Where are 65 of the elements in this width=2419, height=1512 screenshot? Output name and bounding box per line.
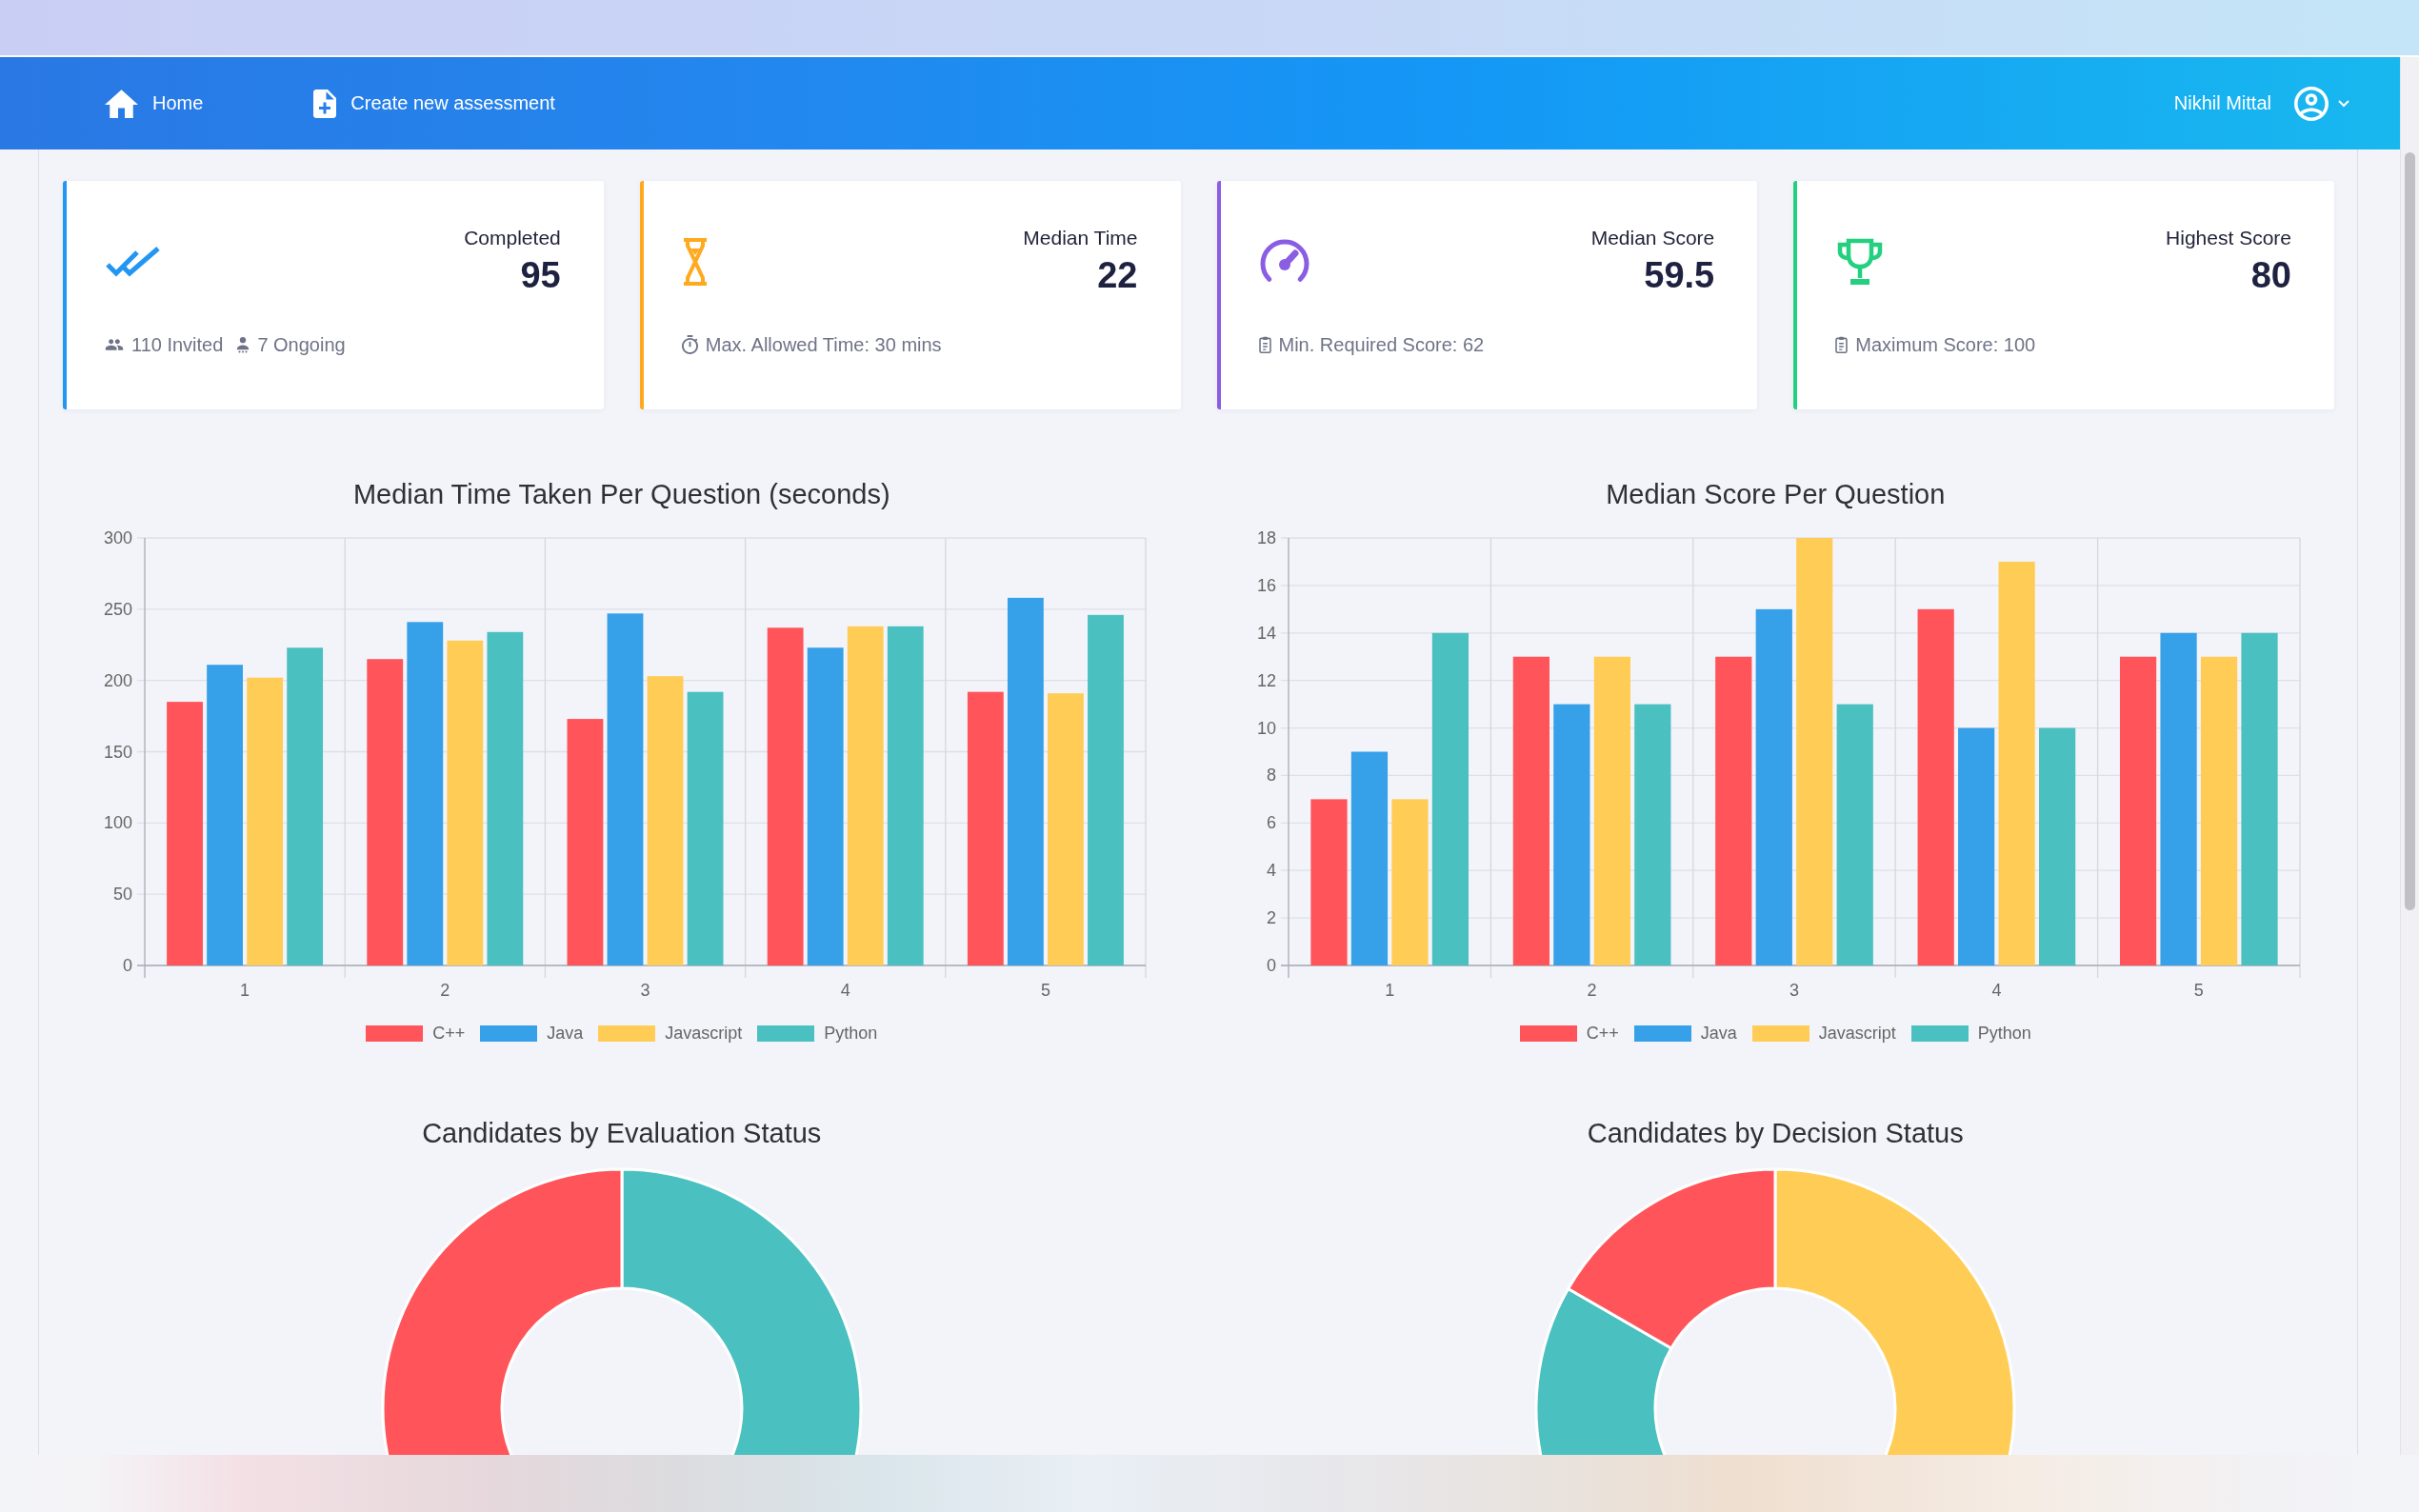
legend-label: C++: [1586, 1023, 1619, 1044]
axis-tick-label: 10: [1256, 718, 1276, 738]
axis-tick-label: 16: [1256, 575, 1276, 595]
stat-label: Completed: [464, 227, 561, 249]
axis-tick-label: 2: [440, 981, 450, 1000]
axis-tick-label: 8: [1266, 766, 1276, 786]
legend-label: Python: [824, 1023, 878, 1044]
legend-label: Python: [1977, 1023, 2031, 1044]
axis-tick-label: 300: [104, 528, 133, 547]
stopwatch-icon: [681, 335, 698, 354]
nav-link[interactable]: Home: [105, 89, 204, 118]
axis-tick-label: 0: [1266, 956, 1276, 975]
scrollbar-track[interactable]: [2400, 57, 2419, 1455]
legend-label: Javascript: [665, 1023, 743, 1044]
stat-label: Highest Score: [2166, 227, 2291, 249]
legend-label: Java: [1700, 1023, 1737, 1044]
axis-tick-label: 4: [1991, 981, 2002, 1000]
legend-label: Java: [547, 1023, 584, 1044]
stat-value: 22: [1097, 254, 1138, 297]
axis-tick-label: 2: [1587, 981, 1597, 1000]
stat-value: 80: [2250, 254, 2291, 297]
stat-detail: Maximum Score: 100: [1855, 333, 2036, 356]
legend-label: Javascript: [1818, 1023, 1896, 1044]
stat-detail: 110 Invited: [131, 333, 224, 356]
stat-value: 95: [520, 254, 561, 297]
scrollbar-thumb[interactable]: [2405, 152, 2415, 910]
chart-title: Median Time Taken Per Question (seconds): [352, 478, 890, 511]
axis-tick-label: 4: [840, 981, 850, 1000]
people-icon: [105, 338, 124, 351]
clipboard-icon: [1258, 336, 1271, 353]
chart-title: Candidates by Decision Status: [1587, 1117, 1964, 1150]
axis-tick-label: 3: [1789, 981, 1799, 1000]
axis-tick-label: 18: [1256, 528, 1276, 547]
chart-title: Median Score Per Question: [1606, 478, 1946, 511]
document-plus-icon: [313, 89, 337, 118]
chevron-down-icon: [2338, 99, 2349, 108]
legend-label: C++: [432, 1023, 466, 1044]
axis-tick-label: 5: [1041, 981, 1051, 1000]
clipboard-icon: [1835, 336, 1849, 353]
person-icon: [236, 336, 250, 353]
axis-tick-label: 6: [1266, 813, 1276, 833]
axis-tick-label: 200: [104, 670, 133, 690]
axis-tick-label: 1: [1384, 981, 1394, 1000]
stat-label: Median Score: [1590, 227, 1715, 249]
axis-tick-label: 2: [1266, 908, 1276, 928]
stat-detail: 7 Ongoing: [257, 333, 346, 356]
chart-title: Candidates by Evaluation Status: [422, 1117, 822, 1150]
stat-detail: Max. Allowed Time: 30 mins: [705, 333, 942, 356]
axis-tick-label: 250: [104, 599, 133, 619]
axis-tick-label: 150: [104, 742, 133, 762]
stat-label: Median Time: [1023, 227, 1138, 249]
axis-tick-label: 14: [1256, 623, 1276, 643]
axis-tick-label: 3: [640, 981, 650, 1000]
axis-tick-label: 12: [1256, 670, 1276, 690]
home-icon: [105, 89, 138, 118]
axis-tick-label: 0: [123, 956, 133, 975]
stat-detail: Min. Required Score: 62: [1278, 333, 1485, 356]
axis-tick-label: 100: [104, 813, 133, 833]
stat-value: 59.5: [1644, 254, 1715, 297]
axis-tick-label: 4: [1266, 861, 1276, 881]
axis-tick-label: 50: [113, 885, 133, 905]
axis-tick-label: 1: [240, 981, 250, 1000]
axis-tick-label: 5: [2193, 981, 2204, 1000]
nav-link[interactable]: Create new assessment: [313, 89, 555, 118]
user-menu-button[interactable]: Nikhil Mittal: [2173, 86, 2349, 121]
